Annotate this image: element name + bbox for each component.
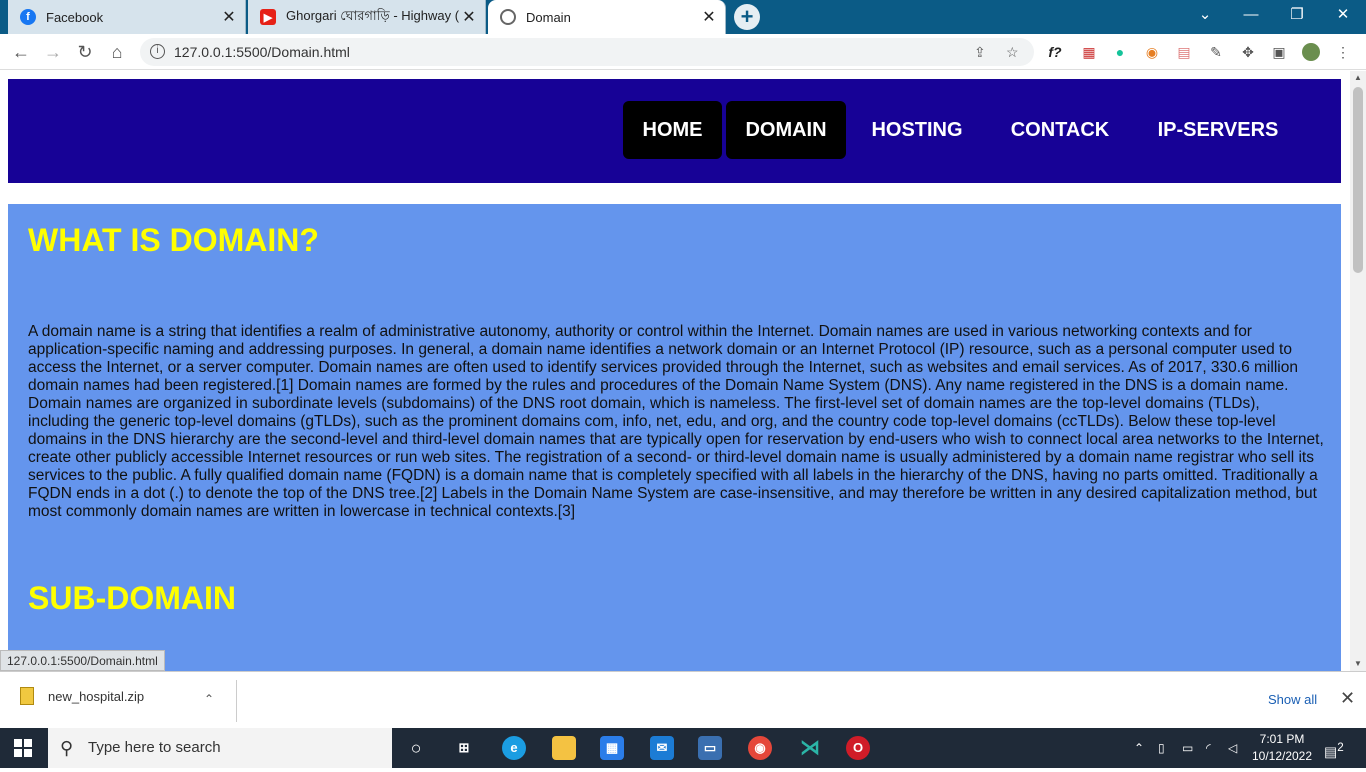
close-tab-icon[interactable]: ✕ [219,7,239,27]
search-placeholder: Type here to search [88,739,221,756]
menu-kebab-icon[interactable]: ⋮ [1334,43,1352,61]
downloads-bar: new_hospital.zip ⌃ Show all ✕ [0,671,1366,728]
page-scrollbar[interactable]: ▲ ▼ [1350,71,1366,671]
download-filename: new_hospital.zip [48,688,145,704]
page-viewport: HOME DOMAIN HOSTING CONTACK IP-SERVERS W… [0,71,1350,671]
taskbar-search-box[interactable]: ⚲ Type here to search [48,728,392,768]
bookmark-star-icon[interactable]: ☆ [1006,38,1019,66]
nav-domain[interactable]: DOMAIN [726,101,846,159]
side-panel-icon[interactable]: ▣ [1270,43,1288,61]
share-icon[interactable]: ⇪ [974,38,986,66]
scroll-down-icon[interactable]: ▼ [1350,657,1366,671]
formula-extension-icon[interactable]: f? [1046,43,1064,61]
tray-chevron-icon[interactable]: ⌃ [1134,728,1144,768]
opera-icon[interactable]: O [846,736,870,760]
extension-badge-icon[interactable]: ▦ [1080,43,1098,61]
app-icon[interactable]: ▭ [698,736,722,760]
show-all-link[interactable]: Show all [1268,692,1317,707]
clock-date: 10/12/2022 [1251,749,1313,763]
address-bar[interactable]: i 127.0.0.1:5500/Domain.html ⇪ ☆ [140,38,1034,66]
status-bar-url: 127.0.0.1:5500/Domain.html [0,650,165,671]
zip-file-icon [20,687,34,705]
facebook-icon: f [20,9,36,25]
forward-icon[interactable]: → [42,41,64,63]
file-explorer-icon[interactable] [552,736,576,760]
url-text: 127.0.0.1:5500/Domain.html [174,44,350,60]
nav-hosting[interactable]: HOSTING [858,101,976,159]
notifications-icon[interactable]: ▤2 [1324,728,1344,768]
grammarly-icon[interactable]: ● [1111,43,1129,61]
browser-toolbar: ← → ↻ ⌂ i 127.0.0.1:5500/Domain.html ⇪ ☆… [0,34,1366,70]
clock-time: 7:01 PM [1259,732,1305,746]
domain-paragraph: A domain name is a string that identifie… [28,323,1324,520]
battery-icon[interactable]: ▭ [1182,728,1193,768]
windows-start-icon[interactable] [14,739,32,757]
extension-pen-icon[interactable]: ✎ [1207,43,1225,61]
wifi-icon[interactable]: ◜ [1206,728,1211,768]
extension-note-icon[interactable]: ▤ [1175,43,1193,61]
site-navbar: HOME DOMAIN HOSTING CONTACK IP-SERVERS [8,79,1341,183]
extensions-puzzle-icon[interactable]: ✥ [1239,43,1257,61]
scrollbar-thumb[interactable] [1353,87,1363,273]
page-heading: WHAT IS DOMAIN? [28,222,319,258]
windows-taskbar: ⚲ Type here to search ○ ⊞ e ▦ ✉ ▭ ◉ ⋊ O … [0,728,1366,768]
subdomain-heading: SUB-DOMAIN [28,580,236,616]
close-tab-icon[interactable]: ✕ [459,7,479,27]
domain-content-section: WHAT IS DOMAIN? A domain name is a strin… [8,204,1341,671]
tab-title: Facebook [46,9,104,25]
cortana-icon[interactable]: ○ [404,736,428,760]
mail-icon[interactable]: ✉ [650,736,674,760]
tab-facebook[interactable]: f Facebook ✕ [8,0,246,34]
tab-search-icon[interactable]: ⌄ [1182,0,1228,30]
taskbar-clock[interactable]: 7:01 PM 10/12/2022 [1250,731,1314,765]
divider [236,680,237,722]
tab-domain[interactable]: Domain ✕ [488,0,726,34]
notification-count: 2 [1337,741,1344,754]
tab-youtube[interactable]: ▶ Ghorgari ঘোরগাড়ি - Highway (lyr ✕ [248,0,486,34]
restore-icon[interactable]: ❐ [1274,0,1320,30]
nav-ip-servers[interactable]: IP-SERVERS [1144,101,1292,159]
vscode-icon[interactable]: ⋊ [798,736,822,760]
chevron-up-icon[interactable]: ⌃ [204,692,214,706]
close-downloads-icon[interactable]: ✕ [1340,688,1355,709]
new-tab-button[interactable]: + [734,4,760,30]
volume-icon[interactable]: ◁ [1228,728,1237,768]
edge-icon[interactable]: e [502,736,526,760]
browser-tab-strip: f Facebook ✕ ▶ Ghorgari ঘোরগাড়ি - Highw… [0,0,1366,34]
globe-icon [500,9,516,25]
back-icon[interactable]: ← [10,41,32,63]
close-tab-icon[interactable]: ✕ [699,7,719,27]
scroll-up-icon[interactable]: ▲ [1350,71,1366,85]
site-info-icon[interactable]: i [150,44,165,59]
extension-orange-icon[interactable]: ◉ [1143,43,1161,61]
reload-icon[interactable]: ↻ [74,41,96,63]
tab-title: Ghorgari ঘোরগাড়ি - Highway (lyr [286,7,459,23]
search-icon: ⚲ [60,738,74,758]
tray-device-icon[interactable]: ▯ [1158,728,1165,768]
home-icon[interactable]: ⌂ [106,41,128,63]
minimize-icon[interactable]: — [1228,0,1274,30]
store-icon[interactable]: ▦ [600,736,624,760]
download-item[interactable]: new_hospital.zip [20,687,144,705]
task-view-icon[interactable]: ⊞ [452,736,476,760]
nav-contack[interactable]: CONTACK [998,101,1122,159]
nav-home[interactable]: HOME [623,101,722,159]
profile-avatar[interactable] [1302,43,1320,61]
youtube-icon: ▶ [260,9,276,25]
tab-title: Domain [526,9,571,25]
chrome-icon[interactable]: ◉ [748,736,772,760]
close-window-icon[interactable]: ✕ [1320,0,1366,30]
